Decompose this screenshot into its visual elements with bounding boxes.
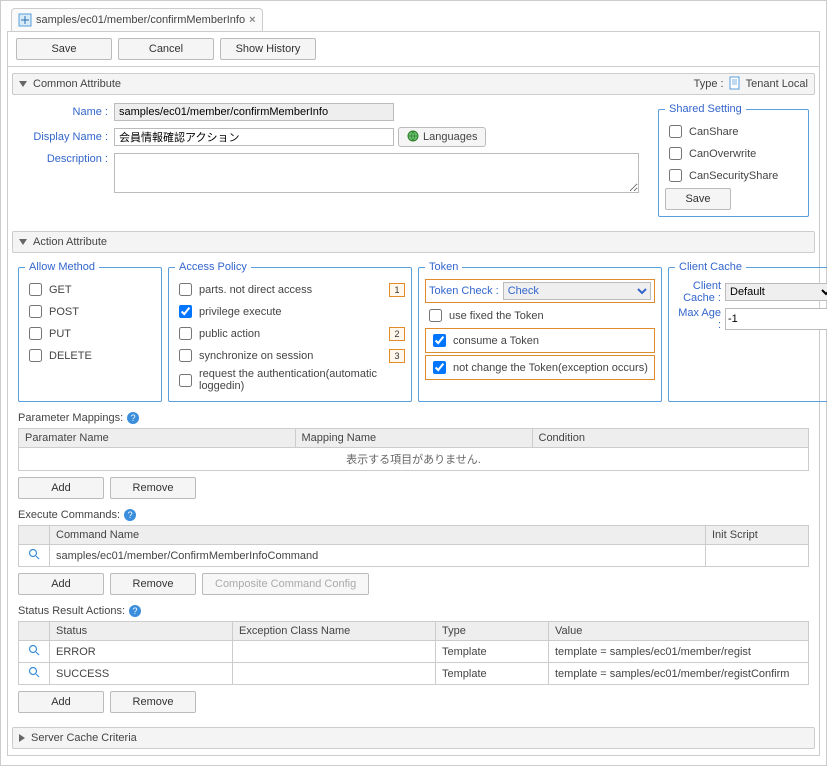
composite-config-button: Composite Command Config — [202, 573, 369, 595]
status-result-title: Status Result Actions: — [18, 605, 125, 617]
status-remove-button[interactable]: Remove — [110, 691, 196, 713]
access-policy-panel: Access Policy parts. not direct access1 … — [168, 261, 412, 402]
common-attribute-header[interactable]: Common Attribute Type : Tenant Local — [12, 73, 815, 95]
callout-2: 2 — [389, 327, 405, 341]
not-change-token-checkbox[interactable] — [433, 361, 446, 374]
put-checkbox[interactable] — [29, 327, 42, 340]
name-input — [114, 103, 394, 121]
help-icon[interactable]: ? — [129, 605, 141, 617]
public-checkbox[interactable] — [179, 327, 192, 340]
toolbar: Save Cancel Show History — [7, 31, 820, 66]
cancel-button[interactable]: Cancel — [118, 38, 214, 60]
use-fixed-token-checkbox[interactable] — [429, 309, 442, 322]
param-add-button[interactable]: Add — [18, 477, 104, 499]
type-value: Tenant Local — [746, 78, 808, 90]
exec-add-button[interactable]: Add — [18, 573, 104, 595]
parts-checkbox[interactable] — [179, 283, 192, 296]
page-icon — [728, 76, 742, 93]
section-title: Server Cache Criteria — [31, 732, 137, 744]
sync-checkbox[interactable] — [179, 349, 192, 362]
globe-icon — [407, 130, 419, 145]
token-panel: Token Token Check : Check use fixed the … — [418, 261, 662, 402]
caret-down-icon — [19, 239, 27, 245]
name-label: Name : — [18, 106, 108, 118]
section-title: Action Attribute — [33, 236, 107, 248]
show-history-button[interactable]: Show History — [220, 38, 316, 60]
save-button[interactable]: Save — [16, 38, 112, 60]
shared-setting-panel: Shared Setting CanShare CanOverwrite Can… — [658, 103, 809, 217]
action-attribute-section: Action Attribute Allow Method GET POST P… — [12, 231, 815, 721]
action-icon — [18, 13, 32, 27]
common-attribute-section: Common Attribute Type : Tenant Local Nam… — [12, 73, 815, 225]
param-remove-button[interactable]: Remove — [110, 477, 196, 499]
exec-commands-title: Execute Commands: — [18, 509, 120, 521]
max-age-input[interactable] — [725, 308, 827, 330]
search-icon[interactable] — [28, 644, 40, 656]
status-result-table: Status Exception Class Name Type Value E… — [18, 621, 809, 685]
display-name-label: Display Name : — [18, 131, 108, 143]
table-row[interactable]: samples/ec01/member/ConfirmMemberInfoCom… — [19, 545, 809, 567]
action-attribute-header[interactable]: Action Attribute — [12, 231, 815, 253]
auth-checkbox[interactable] — [179, 374, 192, 387]
status-add-button[interactable]: Add — [18, 691, 104, 713]
client-cache-label: Client Cache : — [675, 280, 721, 304]
allow-method-panel: Allow Method GET POST PUT DELETE — [18, 261, 162, 402]
get-checkbox[interactable] — [29, 283, 42, 296]
delete-checkbox[interactable] — [29, 349, 42, 362]
search-icon[interactable] — [28, 666, 40, 678]
cansecurityshare-checkbox[interactable] — [669, 169, 682, 182]
canoverwrite-checkbox[interactable] — [669, 147, 682, 160]
max-age-label: Max Age : — [675, 307, 721, 331]
editor-tab[interactable]: samples/ec01/member/confirmMemberInfo × — [11, 8, 263, 31]
tab-label: samples/ec01/member/confirmMemberInfo — [36, 14, 245, 26]
param-mappings-table: Paramater Name Mapping Name Condition 表示… — [18, 428, 809, 471]
tab-bar: samples/ec01/member/confirmMemberInfo × — [7, 7, 820, 31]
token-check-label: Token Check : — [429, 285, 499, 297]
caret-right-icon — [19, 734, 25, 742]
exec-remove-button[interactable]: Remove — [110, 573, 196, 595]
callout-1: 1 — [389, 283, 405, 297]
section-title: Common Attribute — [33, 78, 121, 90]
consume-token-checkbox[interactable] — [433, 334, 446, 347]
post-checkbox[interactable] — [29, 305, 42, 318]
type-label: Type : — [694, 78, 724, 90]
canshare-checkbox[interactable] — [669, 125, 682, 138]
empty-row: 表示する項目がありません. — [19, 448, 809, 471]
shared-save-button[interactable]: Save — [665, 188, 731, 210]
help-icon[interactable]: ? — [124, 509, 136, 521]
client-cache-select[interactable]: Default — [725, 283, 827, 301]
tab-close[interactable]: × — [249, 14, 255, 26]
search-icon[interactable] — [28, 548, 40, 560]
privilege-checkbox[interactable] — [179, 305, 192, 318]
languages-button[interactable]: Languages — [398, 127, 486, 147]
server-cache-header[interactable]: Server Cache Criteria — [12, 727, 815, 749]
description-label: Description : — [18, 153, 108, 165]
client-cache-panel: Client Cache Client Cache : Default Max … — [668, 261, 827, 402]
help-icon[interactable]: ? — [127, 412, 139, 424]
callout-3: 3 — [389, 349, 405, 363]
description-input[interactable] — [114, 153, 639, 193]
table-row[interactable]: SUCCESS Template template = samples/ec01… — [19, 663, 809, 685]
server-cache-section: Server Cache Criteria — [12, 727, 815, 749]
caret-down-icon — [19, 81, 27, 87]
display-name-input[interactable] — [114, 128, 394, 146]
exec-commands-table: Command Name Init Script samples/ec01/me… — [18, 525, 809, 567]
table-row[interactable]: ERROR Template template = samples/ec01/m… — [19, 641, 809, 663]
token-check-select[interactable]: Check — [503, 282, 651, 300]
param-mappings-title: Parameter Mappings: — [18, 412, 123, 424]
